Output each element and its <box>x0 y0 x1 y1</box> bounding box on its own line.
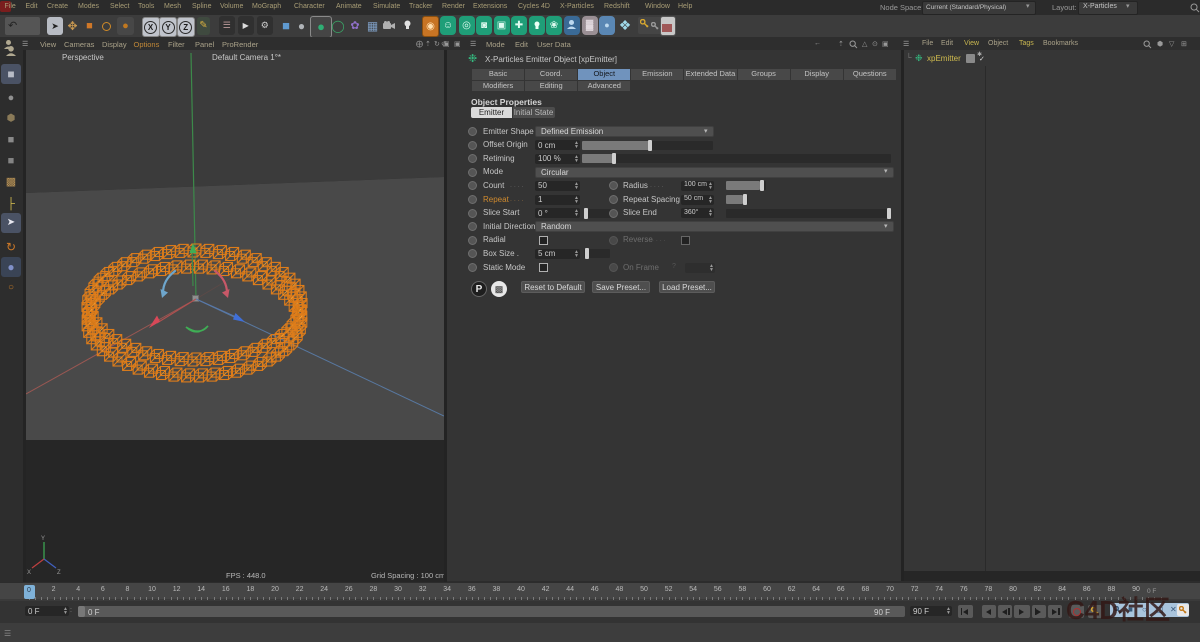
svg-text:X: X <box>27 570 31 576</box>
svg-text:Y: Y <box>41 536 45 542</box>
svg-text:Z: Z <box>57 570 61 576</box>
